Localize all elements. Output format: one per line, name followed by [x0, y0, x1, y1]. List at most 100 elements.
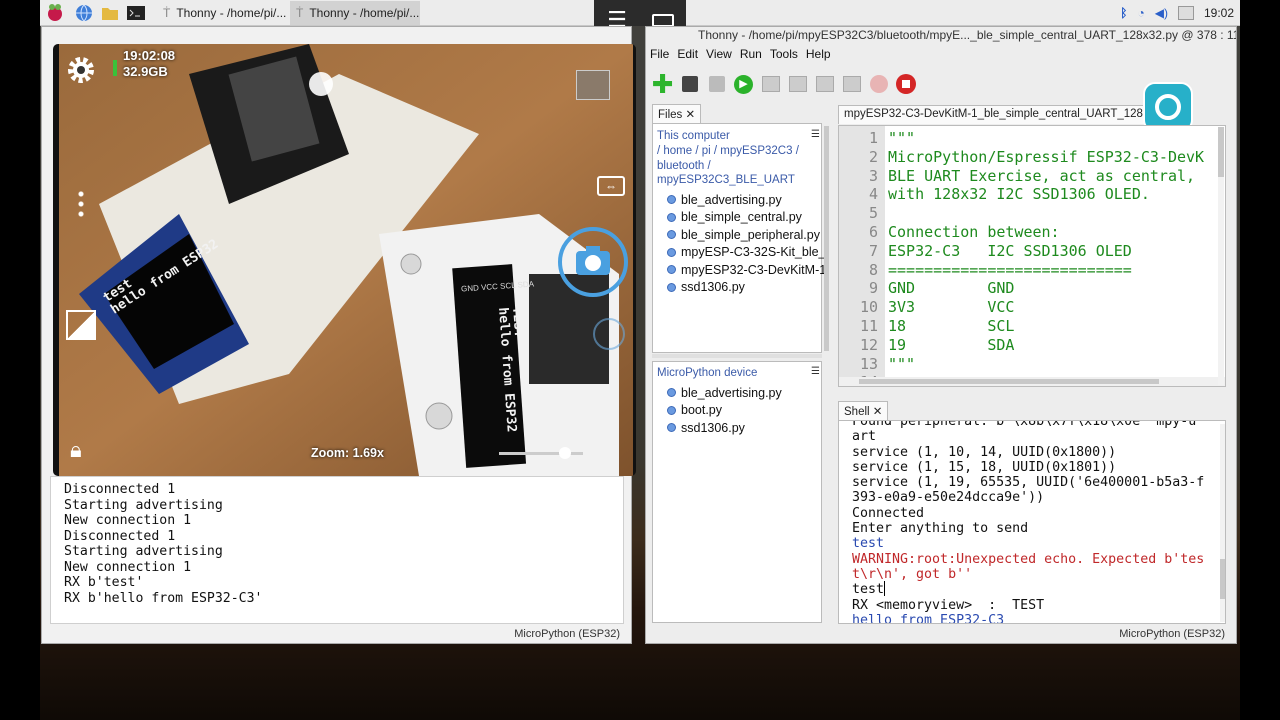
- new-file-button[interactable]: ✚: [651, 69, 674, 99]
- code-text[interactable]: """ MicroPython/Espressif ESP32-C3-DevK BL…: [888, 129, 1204, 386]
- line-number: 13: [859, 354, 878, 373]
- step-out-button[interactable]: [841, 74, 862, 95]
- line-number: 12: [859, 335, 878, 354]
- step-over-button[interactable]: [787, 74, 808, 95]
- browser-globe-icon[interactable]: [74, 3, 94, 23]
- raspberry-icon[interactable]: [45, 3, 65, 23]
- editor-hscrollbar[interactable]: [839, 377, 1225, 386]
- plus-icon: ✚: [651, 69, 674, 99]
- menu-help[interactable]: Help: [806, 47, 831, 65]
- computer-file-list: ble_advertising.py ble_simple_central.py…: [667, 191, 826, 296]
- right-status-interpreter[interactable]: MicroPython (ESP32): [645, 624, 1237, 644]
- code-line[interactable]: GND GND: [888, 279, 1204, 298]
- taskbar-task-thonny-2[interactable]: Ṫ Thonny - /home/pi/...: [290, 1, 420, 25]
- terminal-icon[interactable]: [126, 3, 146, 23]
- menu-view[interactable]: View: [706, 47, 732, 65]
- taskbar-task-thonny-1[interactable]: Ṫ Thonny - /home/pi/...: [157, 1, 287, 25]
- code-line[interactable]: """: [888, 129, 1204, 148]
- more-options-icon[interactable]: [78, 189, 84, 217]
- shell-line: WARNING:root:Unexpected echo. Expected b…: [852, 551, 1205, 567]
- current-path[interactable]: / home / pi / mpyESP32C3 / bluetooth / m…: [657, 144, 817, 188]
- menu-edit[interactable]: Edit: [677, 47, 698, 65]
- zoom-slider-handle[interactable]: [558, 447, 571, 459]
- python-file-icon: [667, 195, 676, 205]
- bluetooth-icon[interactable]: ᛒ: [1120, 6, 1127, 20]
- files-scrollbar[interactable]: [824, 126, 829, 351]
- cpu-monitor-icon[interactable]: [1177, 6, 1194, 20]
- left-shell-output[interactable]: Disconnected 1 Starting advertising New co…: [50, 476, 624, 624]
- list-item[interactable]: ble_advertising.py: [667, 384, 782, 402]
- code-line[interactable]: Connection between:: [888, 223, 1204, 242]
- shell-output[interactable]: Found peripheral: b'\x8b\x7f\x18\x0e' mp…: [852, 421, 1205, 623]
- code-line[interactable]: """: [888, 355, 1204, 374]
- debug-button[interactable]: [760, 74, 781, 95]
- shutter-camera-icon[interactable]: [556, 225, 630, 299]
- python-file-icon: [667, 388, 676, 398]
- code-line[interactable]: ESP32-C3 I2C SSD1306 OLED: [888, 242, 1204, 261]
- list-item[interactable]: ble_advertising.py: [667, 191, 826, 209]
- list-item[interactable]: mpyESP32-C3-DevKitM-1: [667, 261, 826, 279]
- lock-rotation-icon[interactable]: 🔒︎: [70, 437, 82, 463]
- code-line[interactable]: BLE UART Exercise, act as central,: [888, 167, 1204, 186]
- files-tab[interactable]: Files ✕: [652, 104, 702, 123]
- switch-camera-icon[interactable]: ⇔: [597, 176, 625, 196]
- files-divider[interactable]: [652, 354, 822, 358]
- shell-line: service (1, 19, 65535, UUID('6e400001-b5…: [852, 475, 1205, 491]
- shell-console[interactable]: Found peripheral: b'\x8b\x7f\x18\x0e' mp…: [838, 420, 1226, 624]
- editor-vscrollbar[interactable]: [1218, 127, 1224, 385]
- shell-line: New connection 1: [64, 559, 192, 575]
- shell-scrollbar[interactable]: [1220, 424, 1225, 622]
- editor-tab[interactable]: mpyESP32-C3-DevKitM-1_ble_simple_central…: [838, 105, 1146, 124]
- resume-button[interactable]: [868, 74, 889, 95]
- code-line[interactable]: 18 SCL: [888, 317, 1204, 336]
- list-item[interactable]: ble_simple_central.py: [667, 209, 826, 227]
- camera-storage: 32.9GB: [123, 64, 168, 79]
- close-icon[interactable]: ✕: [873, 406, 883, 418]
- save-file-button[interactable]: [706, 74, 727, 95]
- video-mode-icon[interactable]: [593, 318, 625, 350]
- list-item[interactable]: ssd1306.py: [667, 279, 826, 297]
- wifi-icon[interactable]: ◔: [1137, 6, 1144, 20]
- close-icon[interactable]: ✕: [685, 109, 695, 121]
- code-line[interactable]: 3V3 VCC: [888, 298, 1204, 317]
- code-line[interactable]: with 128x32 I2C SSD1306 OLED.: [888, 185, 1204, 204]
- code-line[interactable]: [888, 204, 1204, 223]
- left-status-interpreter[interactable]: MicroPython (ESP32): [41, 624, 632, 644]
- python-file-icon: [667, 282, 676, 292]
- volume-icon[interactable]: ◀): [1155, 6, 1168, 20]
- device-panel-menu-icon[interactable]: ☰: [811, 366, 820, 377]
- shell-line: t\r\n', got b'': [852, 566, 973, 582]
- list-item[interactable]: mpyESP-C3-32S-Kit_ble_: [667, 244, 826, 262]
- run-button[interactable]: ▶: [733, 74, 754, 95]
- code-line[interactable]: MicroPython/Espressif ESP32-C3-DevK: [888, 148, 1204, 167]
- code-editor[interactable]: 1234567891011121314 """MicroPython/Espre…: [838, 125, 1226, 387]
- shell-line: test: [852, 582, 885, 598]
- settings-gear-icon[interactable]: [65, 54, 97, 86]
- line-number: 4: [868, 185, 878, 204]
- step-into-button[interactable]: [814, 74, 835, 95]
- battery-level-indicator: [113, 60, 117, 76]
- python-file-icon: [667, 230, 676, 240]
- step-over-icon: [788, 76, 807, 92]
- clock[interactable]: 19:02: [1204, 6, 1234, 20]
- python-file-icon: [667, 247, 676, 257]
- menu-file[interactable]: File: [650, 47, 669, 65]
- code-line[interactable]: 19 SDA: [888, 336, 1204, 355]
- zoom-slider[interactable]: [499, 447, 583, 459]
- menu-run[interactable]: Run: [740, 47, 762, 65]
- open-file-button[interactable]: [679, 74, 700, 95]
- shell-line: art: [852, 429, 877, 445]
- panel-menu-icon[interactable]: ☰: [811, 129, 820, 140]
- stop-button[interactable]: [895, 74, 916, 95]
- gallery-thumbnail[interactable]: [576, 70, 610, 100]
- window-title: Thonny - /home/pi/mpyESP32C3/bluetooth/m…: [698, 28, 1236, 42]
- list-item[interactable]: ssd1306.py: [667, 419, 782, 437]
- shell-tab[interactable]: Shell ✕: [838, 401, 889, 420]
- menu-tools[interactable]: Tools: [770, 47, 798, 65]
- folder-icon[interactable]: [100, 3, 120, 23]
- list-item[interactable]: ble_simple_peripheral.py: [667, 226, 826, 244]
- code-line[interactable]: ===========================: [888, 261, 1204, 280]
- exposure-icon[interactable]: [66, 310, 96, 340]
- list-item[interactable]: boot.py: [667, 402, 782, 420]
- line-number: 3: [868, 166, 878, 185]
